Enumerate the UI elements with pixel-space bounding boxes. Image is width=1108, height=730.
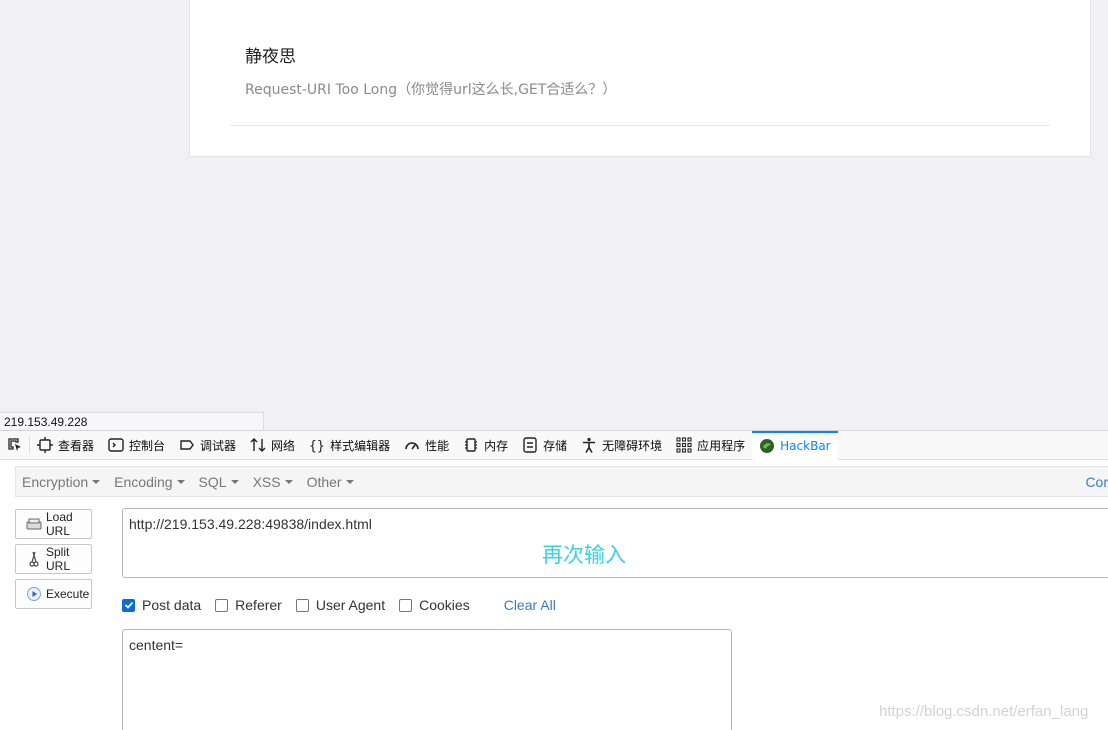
tab-label: 无障碍环境 bbox=[602, 438, 663, 453]
page-title: 静夜思 bbox=[245, 47, 296, 67]
user-agent-checkbox[interactable]: User Agent bbox=[295, 597, 386, 613]
annotation-text: 再次输入 bbox=[542, 543, 626, 567]
menu-label: XSS bbox=[252, 473, 281, 490]
hackbar-options: Post data Referer User Agent Cookies Cle… bbox=[122, 595, 556, 615]
button-label: Split URL bbox=[46, 545, 71, 573]
post-data-value: centent= bbox=[129, 637, 184, 653]
cookies-checkbox[interactable]: Cookies bbox=[399, 597, 470, 613]
checkbox-label: Cookies bbox=[419, 597, 470, 613]
checkbox-icon bbox=[399, 598, 413, 612]
devtools-tabbar: 查看器 控制台 调试器 网络 {} 样式编辑器 性能 内存 存储 无障碍环境 应… bbox=[0, 430, 1108, 460]
tab-label: 控制台 bbox=[129, 438, 166, 453]
tab-console[interactable]: 控制台 bbox=[101, 431, 172, 460]
menu-label: Other bbox=[306, 473, 342, 490]
chevron-down-icon bbox=[230, 480, 239, 484]
tab-style-editor[interactable]: {} 样式编辑器 bbox=[302, 431, 397, 460]
tab-memory[interactable]: 内存 bbox=[456, 431, 515, 460]
storage-icon bbox=[523, 437, 537, 453]
split-url-button[interactable]: Split URL bbox=[15, 544, 92, 574]
load-icon bbox=[26, 518, 42, 530]
menu-encoding[interactable]: Encoding bbox=[108, 474, 192, 490]
tab-label: 网络 bbox=[271, 438, 296, 453]
menu-encryption[interactable]: Encryption bbox=[16, 474, 108, 490]
tab-debugger[interactable]: 调试器 bbox=[172, 431, 243, 460]
checkbox-icon bbox=[215, 598, 229, 612]
chevron-down-icon bbox=[284, 480, 293, 484]
tab-performance[interactable]: 性能 bbox=[397, 431, 456, 460]
tab-label: 存储 bbox=[543, 438, 568, 453]
chevron-down-icon bbox=[92, 480, 101, 484]
checkbox-checked-icon bbox=[122, 598, 135, 612]
devtools-panel: 查看器 控制台 调试器 网络 {} 样式编辑器 性能 内存 存储 无障碍环境 应… bbox=[0, 430, 1108, 730]
tab-label: HackBar bbox=[780, 439, 831, 453]
memory-icon bbox=[465, 438, 478, 452]
url-value: http://219.153.49.228:49838/index.html bbox=[129, 516, 372, 532]
debugger-icon bbox=[180, 440, 194, 450]
button-label: Load URL bbox=[46, 510, 73, 538]
clear-all-link[interactable]: Clear All bbox=[504, 597, 556, 613]
style-editor-icon: {} bbox=[309, 439, 325, 453]
post-data-input[interactable]: centent= bbox=[122, 629, 732, 730]
hackbar-menu: Encryption Encoding SQL XSS Other Cor bbox=[15, 466, 1108, 497]
tab-hackbar[interactable]: HackBar bbox=[752, 430, 838, 460]
inspector-icon bbox=[37, 437, 53, 453]
checkbox-label: Referer bbox=[235, 597, 282, 613]
svg-text:{}: {} bbox=[309, 439, 325, 453]
execute-button[interactable]: Execute bbox=[15, 579, 92, 609]
checkbox-label: User Agent bbox=[315, 597, 386, 613]
accessibility-icon bbox=[583, 437, 596, 453]
checkbox-icon bbox=[295, 598, 309, 612]
status-bar: 219.153.49.228 bbox=[0, 412, 264, 430]
scissors-icon bbox=[29, 551, 39, 567]
menu-right-link[interactable]: Cor bbox=[1085, 474, 1108, 490]
tab-label: 样式编辑器 bbox=[330, 438, 391, 453]
menu-label: SQL bbox=[198, 473, 227, 490]
element-picker-icon bbox=[7, 438, 21, 451]
chevron-down-icon bbox=[176, 480, 185, 484]
chevron-down-icon bbox=[345, 480, 354, 484]
button-label: Execute bbox=[46, 587, 90, 601]
hackbar-icon bbox=[760, 439, 775, 453]
console-icon bbox=[108, 438, 124, 452]
play-icon bbox=[27, 587, 41, 601]
page-subtitle: Request-URI Too Long（你觉得url这么长,GET合适么？） bbox=[245, 82, 617, 98]
tab-label: 应用程序 bbox=[697, 438, 746, 453]
menu-label: Encryption bbox=[22, 473, 89, 490]
performance-icon bbox=[405, 442, 419, 450]
tab-accessibility[interactable]: 无障碍环境 bbox=[574, 431, 669, 460]
tab-inspector[interactable]: 查看器 bbox=[30, 431, 101, 460]
url-input[interactable]: http://219.153.49.228:49838/index.html 再… bbox=[122, 508, 1108, 578]
post-data-checkbox[interactable]: Post data bbox=[122, 597, 201, 613]
menu-xss[interactable]: XSS bbox=[247, 474, 301, 490]
menu-other[interactable]: Other bbox=[301, 474, 362, 490]
page-card: 静夜思 Request-URI Too Long（你觉得url这么长,GET合适… bbox=[189, 0, 1091, 157]
menu-sql[interactable]: SQL bbox=[193, 474, 247, 490]
watermark: https://blog.csdn.net/erfan_lang bbox=[879, 703, 1089, 720]
tab-label: 性能 bbox=[425, 438, 450, 453]
tab-application[interactable]: 应用程序 bbox=[669, 431, 752, 460]
tab-label: 查看器 bbox=[58, 438, 95, 453]
referer-checkbox[interactable]: Referer bbox=[215, 597, 282, 613]
card-divider bbox=[230, 125, 1050, 126]
load-url-button[interactable]: Load URL bbox=[15, 509, 92, 539]
tab-network[interactable]: 网络 bbox=[243, 431, 302, 460]
tab-label: 内存 bbox=[484, 438, 509, 453]
tab-label: 调试器 bbox=[200, 438, 237, 453]
element-picker-button[interactable] bbox=[0, 436, 30, 454]
network-icon bbox=[250, 438, 266, 452]
application-icon bbox=[676, 437, 692, 453]
menu-label: Encoding bbox=[114, 473, 173, 490]
tab-storage[interactable]: 存储 bbox=[515, 431, 574, 460]
checkbox-label: Post data bbox=[142, 597, 202, 613]
